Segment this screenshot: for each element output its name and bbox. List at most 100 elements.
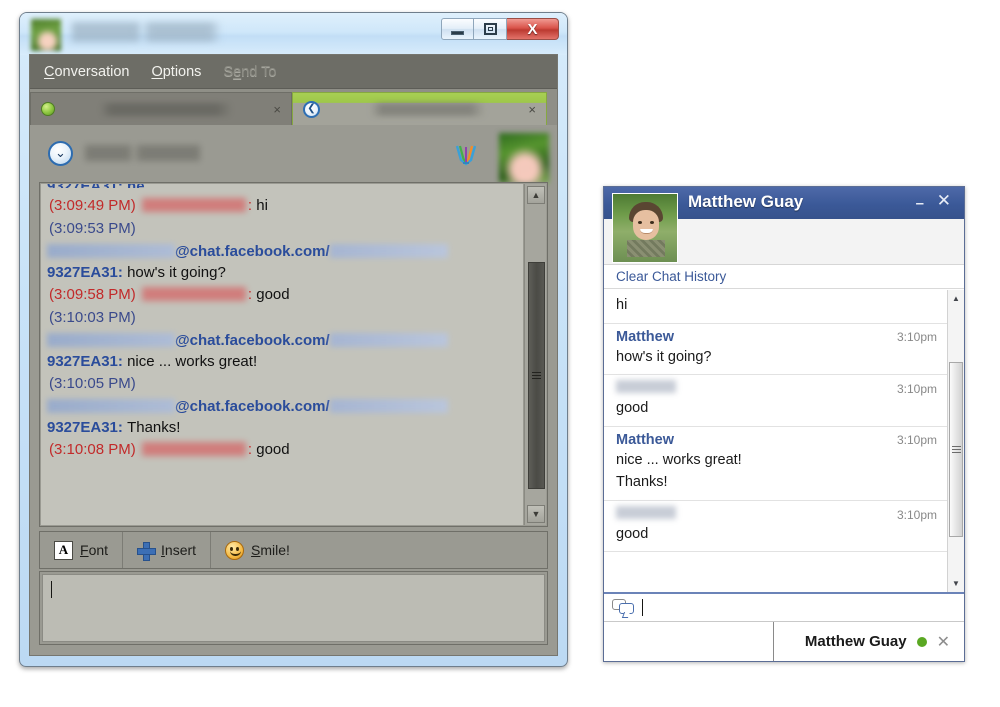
online-status-icon <box>41 102 55 116</box>
smiley-icon <box>225 540 245 560</box>
message-text: nice ... works great! <box>127 353 258 371</box>
close-button[interactable]: X <box>507 18 559 40</box>
facebook-message-list: hi Matthew 3:10pm how's it going? 3:10pm… <box>604 290 964 592</box>
message-header: Matthew 3:10pm <box>616 432 937 448</box>
screenshot-root: X Conversation Options Send To × ❮ × ⌄ (… <box>0 0 1000 707</box>
pidgin-window-body: Conversation Options Send To × ❮ × ⌄ (3:… <box>29 54 558 656</box>
jid-resource-redacted <box>329 398 448 413</box>
message-text: Thanks! <box>616 474 668 491</box>
facebook-close-button[interactable]: ✕ <box>937 191 951 211</box>
window-controls: X <box>441 18 559 40</box>
facebook-window-title: Matthew Guay <box>688 192 804 211</box>
pidgin-window-title-redacted <box>72 22 222 42</box>
timestamp: (3:10:03 PM) <box>49 309 136 327</box>
chat-log-scrollbar[interactable]: ▲ ▼ <box>524 184 546 525</box>
scrollbar-thumb[interactable] <box>528 262 545 489</box>
font-button[interactable]: A Font <box>40 532 124 568</box>
conversation-tab-buddy[interactable]: × <box>30 92 292 125</box>
menu-item-conversation[interactable]: Conversation <box>44 64 129 80</box>
conversation-header <box>30 125 557 183</box>
chat-log-clipped-line: 9327EA31: he <box>47 184 517 188</box>
window-icon <box>31 19 61 51</box>
protocol-status-icon: ❮ <box>303 100 320 118</box>
taskbar-empty-slot <box>604 622 774 661</box>
message-text: nice ... works great! <box>616 451 742 468</box>
scroll-up-icon[interactable]: ▲ <box>948 290 964 307</box>
timestamp: (3:10:05 PM) <box>49 375 136 393</box>
sender-name-redacted <box>141 442 246 457</box>
jid-domain: @chat.facebook.com/ <box>175 397 330 415</box>
scrollbar-thumb[interactable] <box>949 362 963 537</box>
scroll-up-icon[interactable]: ▲ <box>527 186 545 204</box>
scrollbar-grip-icon <box>532 370 541 381</box>
message-text: how's it going? <box>616 348 712 365</box>
minimize-button[interactable] <box>441 18 474 40</box>
tab-label-redacted <box>328 102 521 116</box>
sender-name-redacted <box>141 287 246 302</box>
jid-user-redacted <box>47 332 175 347</box>
pidgin-title-bar[interactable]: X <box>20 13 567 55</box>
close-icon: X <box>527 20 538 38</box>
scrollbar-grip-icon <box>951 444 961 455</box>
maximize-icon <box>483 23 497 35</box>
taskbar-contact-name: Matthew Guay <box>804 633 907 650</box>
clock-icon[interactable] <box>48 140 73 166</box>
menu-bar: Conversation Options Send To <box>30 55 557 89</box>
message-time: 3:10pm <box>896 432 937 447</box>
chat-log-line: (3:09:58 PM) : good <box>47 283 517 306</box>
smile-button[interactable]: Smile! <box>211 532 304 568</box>
contact-avatar <box>499 133 549 183</box>
text-caret <box>51 581 52 599</box>
jid-user-redacted <box>47 243 175 258</box>
scroll-down-icon[interactable]: ▼ <box>527 505 545 523</box>
chat-log-line: (3:10:05 PM) <box>47 372 517 395</box>
message-input[interactable] <box>42 574 545 642</box>
pidgin-chat-window: X Conversation Options Send To × ❮ × ⌄ (… <box>19 12 568 667</box>
online-status-icon <box>916 636 927 647</box>
tab-close-icon[interactable]: × <box>528 102 536 117</box>
sender-name-redacted <box>141 198 246 212</box>
chat-log-message: 9327EA31: nice ... works great! <box>47 351 517 372</box>
message-sender: Matthew <box>616 431 674 448</box>
message-text: good <box>256 286 290 304</box>
taskbar-chat-item[interactable]: Matthew Guay ✕ <box>774 622 964 661</box>
message-row: Matthew 3:10pm how's it going? <box>604 324 947 376</box>
message-input-area[interactable] <box>39 571 548 645</box>
message-sender: Matthew <box>616 328 674 345</box>
timestamp: (3:09:49 PM) <box>49 197 136 214</box>
message-header: 3:10pm <box>616 505 937 522</box>
facebook-messages: hi Matthew 3:10pm how's it going? 3:10pm… <box>604 290 947 592</box>
font-button-label: Font <box>80 542 109 558</box>
jid-user-redacted <box>47 398 175 413</box>
menu-item-options[interactable]: Options <box>151 64 201 80</box>
menu-item-send-to: Send To <box>223 63 277 80</box>
message-header: Matthew 3:10pm <box>616 329 937 345</box>
chat-bubbles-icon <box>612 599 636 616</box>
maximize-button[interactable] <box>474 18 507 40</box>
conversation-contact-name-redacted <box>85 145 200 161</box>
clear-chat-history-row[interactable]: Clear Chat History <box>604 265 964 289</box>
jid-tail: 9327EA31: <box>47 418 128 436</box>
taskbar-close-icon[interactable]: ✕ <box>937 632 950 652</box>
jid-resource-redacted <box>329 332 448 347</box>
scroll-down-icon[interactable]: ▼ <box>948 575 964 592</box>
insert-button-label: Insert <box>161 542 197 558</box>
minimize-icon <box>451 31 464 35</box>
message-time: 3:10pm <box>896 329 937 344</box>
tab-close-icon[interactable]: × <box>273 102 281 117</box>
clear-chat-history-link[interactable]: Clear Chat History <box>616 269 726 284</box>
facebook-scrollbar[interactable]: ▲ ▼ <box>947 290 964 592</box>
chat-log-message: 9327EA31: how's it going? <box>47 262 517 283</box>
message-text: hi <box>616 297 628 313</box>
message-text: hi <box>256 197 268 214</box>
timestamp: (3:10:08 PM) <box>49 441 136 459</box>
chat-log-message: 9327EA31: Thanks! <box>47 417 517 438</box>
message-row: 3:10pm good <box>604 501 947 553</box>
facebook-minimize-button[interactable]: – <box>916 195 924 212</box>
chat-log-line: (3:10:08 PM) : good <box>47 438 517 461</box>
text-caret <box>642 599 643 616</box>
font-icon: A <box>54 540 73 560</box>
facebook-message-input[interactable] <box>604 592 964 621</box>
conversation-tab-active[interactable]: ❮ × <box>292 92 547 125</box>
insert-button[interactable]: Insert <box>123 532 212 568</box>
